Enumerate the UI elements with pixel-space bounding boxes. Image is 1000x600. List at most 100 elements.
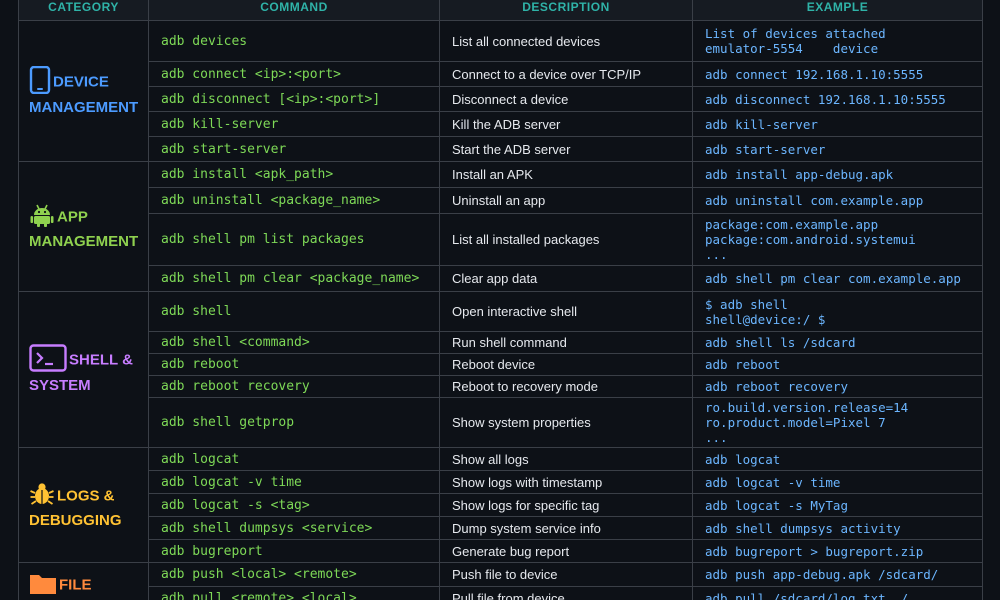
command-cell: adb shell pm clear <package_name> bbox=[148, 265, 440, 292]
command-cell: adb start-server bbox=[148, 136, 440, 162]
command-cell: adb reboot recovery bbox=[148, 375, 440, 398]
example-cell: adb logcat -v time bbox=[692, 470, 983, 494]
category-subtitle: DEBUGGING bbox=[29, 511, 122, 529]
example-cell: package:com.example.app package:com.andr… bbox=[692, 213, 983, 266]
table-row: adb shell <command> Run shell command adb … bbox=[19, 331, 983, 354]
category-title: SHELL & bbox=[69, 351, 133, 369]
example-cell: adb reboot recovery bbox=[692, 375, 983, 398]
command-cell: adb shell dumpsys <service> bbox=[148, 516, 440, 540]
header-command: COMMAND bbox=[148, 0, 440, 21]
terminal-icon bbox=[29, 344, 67, 377]
example-cell: $ adb shell shell@device:/ $ bbox=[692, 291, 983, 332]
table-row: adb shell pm clear <package_name> Clear a… bbox=[19, 265, 983, 292]
example-cell: adb kill-server bbox=[692, 111, 983, 137]
description-cell: Dump system service info bbox=[439, 516, 693, 540]
command-cell: adb devices bbox=[148, 20, 440, 62]
category-cell-file: FILE bbox=[18, 562, 149, 600]
example-cell: adb connect 192.168.1.10:5555 bbox=[692, 61, 983, 87]
header-description: DESCRIPTION bbox=[439, 0, 693, 21]
example-cell: adb shell pm clear com.example.app bbox=[692, 265, 983, 292]
category-line-1: SHELL & bbox=[29, 344, 136, 377]
description-cell: Clear app data bbox=[439, 265, 693, 292]
example-cell: adb install app-debug.apk bbox=[692, 161, 983, 188]
category-title: APP bbox=[57, 208, 88, 226]
category-subtitle: MANAGEMENT bbox=[29, 233, 139, 250]
description-cell: Show logs with timestamp bbox=[439, 470, 693, 494]
description-cell: Show logs for specific tag bbox=[439, 493, 693, 517]
android-icon bbox=[29, 202, 55, 233]
category-title: LOGS & bbox=[57, 486, 115, 504]
table-row: adb bugreport Generate bug report adb bugr… bbox=[19, 539, 983, 563]
category-label: APP MANAGEMENT bbox=[29, 202, 139, 251]
category-subtitle: MANAGEMENT bbox=[29, 98, 139, 116]
smartphone-icon bbox=[29, 65, 51, 99]
category-line-1: FILE bbox=[29, 571, 136, 600]
command-cell: adb shell <command> bbox=[148, 331, 440, 354]
category-title: DEVICE bbox=[53, 72, 109, 90]
category-label: SHELL & SYSTEM bbox=[29, 344, 136, 395]
category-line-1: DEVICE bbox=[29, 65, 136, 99]
table-row: adb pull <remote> <local> Pull file from … bbox=[19, 586, 983, 600]
category-title: FILE bbox=[59, 576, 92, 594]
example-cell: adb logcat bbox=[692, 447, 983, 471]
header-example: EXAMPLE bbox=[692, 0, 983, 21]
category-line-1: APP bbox=[29, 202, 136, 233]
category-label: DEVICE MANAGEMENT bbox=[29, 65, 139, 117]
description-cell: Generate bug report bbox=[439, 539, 693, 563]
description-cell: Reboot to recovery mode bbox=[439, 375, 693, 398]
example-cell: adb push app-debug.apk /sdcard/ bbox=[692, 562, 983, 587]
command-cell: adb shell pm list packages bbox=[148, 213, 440, 266]
example-cell: adb disconnect 192.168.1.10:5555 bbox=[692, 86, 983, 112]
table-row: adb logcat -v time Show logs with timesta… bbox=[19, 470, 983, 494]
table-row: adb logcat -s <tag> Show logs for specifi… bbox=[19, 493, 983, 517]
table-row: LOGS & DEBUGGING adb logcat Show all logs ad… bbox=[18, 447, 983, 563]
command-cell: adb push <local> <remote> bbox=[148, 562, 440, 587]
command-cell: adb bugreport bbox=[148, 539, 440, 563]
example-cell: adb reboot bbox=[692, 353, 983, 376]
description-cell: Connect to a device over TCP/IP bbox=[439, 61, 693, 87]
command-cell: adb shell bbox=[148, 291, 440, 332]
description-cell: Install an APK bbox=[439, 161, 693, 188]
description-cell: Reboot device bbox=[439, 353, 693, 376]
table-row: SHELL & SYSTEM adb shell Open interactive s… bbox=[18, 291, 983, 448]
table-row: adb shell dumpsys <service> Dump system s… bbox=[19, 516, 983, 540]
description-cell: Show system properties bbox=[439, 397, 693, 448]
description-cell: Uninstall an app bbox=[439, 187, 693, 214]
description-cell: Pull file from device bbox=[439, 586, 693, 600]
table-row: adb uninstall <package_name> Uninstall an… bbox=[19, 187, 983, 214]
category-label: FILE bbox=[29, 571, 136, 600]
table-header-row: CATEGORY COMMAND DESCRIPTION EXAMPLE bbox=[18, 0, 983, 21]
category-cell-logs: LOGS & DEBUGGING bbox=[18, 447, 149, 563]
command-cell: adb kill-server bbox=[148, 111, 440, 137]
description-cell: Show all logs bbox=[439, 447, 693, 471]
table-row: FILE adb push <local> <remote> Push file t… bbox=[18, 562, 983, 600]
bug-icon bbox=[29, 481, 55, 512]
description-cell: Run shell command bbox=[439, 331, 693, 354]
example-cell: ro.build.version.release=14 ro.product.m… bbox=[692, 397, 983, 448]
description-cell: Push file to device bbox=[439, 562, 693, 587]
folder-icon bbox=[29, 571, 57, 600]
table-row: adb shell pm list packages List all insta… bbox=[19, 213, 983, 266]
category-cell-shell: SHELL & SYSTEM bbox=[18, 291, 149, 448]
category-label: LOGS & DEBUGGING bbox=[29, 481, 136, 530]
category-subtitle: SYSTEM bbox=[29, 377, 91, 394]
table-row: adb reboot recovery Reboot to recovery mo… bbox=[19, 375, 983, 398]
command-cell: adb logcat bbox=[148, 447, 440, 471]
category-cell-app: APP MANAGEMENT bbox=[18, 161, 149, 292]
table-body: DEVICE MANAGEMENT adb devices List all conn… bbox=[18, 20, 983, 600]
description-cell: Open interactive shell bbox=[439, 291, 693, 332]
command-cell: adb shell getprop bbox=[148, 397, 440, 448]
example-cell: adb logcat -s MyTag bbox=[692, 493, 983, 517]
command-cell: adb logcat -v time bbox=[148, 470, 440, 494]
description-cell: Start the ADB server bbox=[439, 136, 693, 162]
command-cell: adb logcat -s <tag> bbox=[148, 493, 440, 517]
command-cell: adb reboot bbox=[148, 353, 440, 376]
header-category: CATEGORY bbox=[18, 0, 149, 21]
adb-cheatsheet: CATEGORY COMMAND DESCRIPTION EXAMPLE DEV… bbox=[0, 0, 1000, 600]
example-cell: adb shell ls /sdcard bbox=[692, 331, 983, 354]
example-cell: adb bugreport > bugreport.zip bbox=[692, 539, 983, 563]
command-cell: adb disconnect [<ip>:<port>] bbox=[148, 86, 440, 112]
table-row: adb shell getprop Show system properties r… bbox=[19, 397, 983, 448]
description-cell: List all connected devices bbox=[439, 20, 693, 62]
example-cell: List of devices attached emulator-5554 d… bbox=[692, 20, 983, 62]
